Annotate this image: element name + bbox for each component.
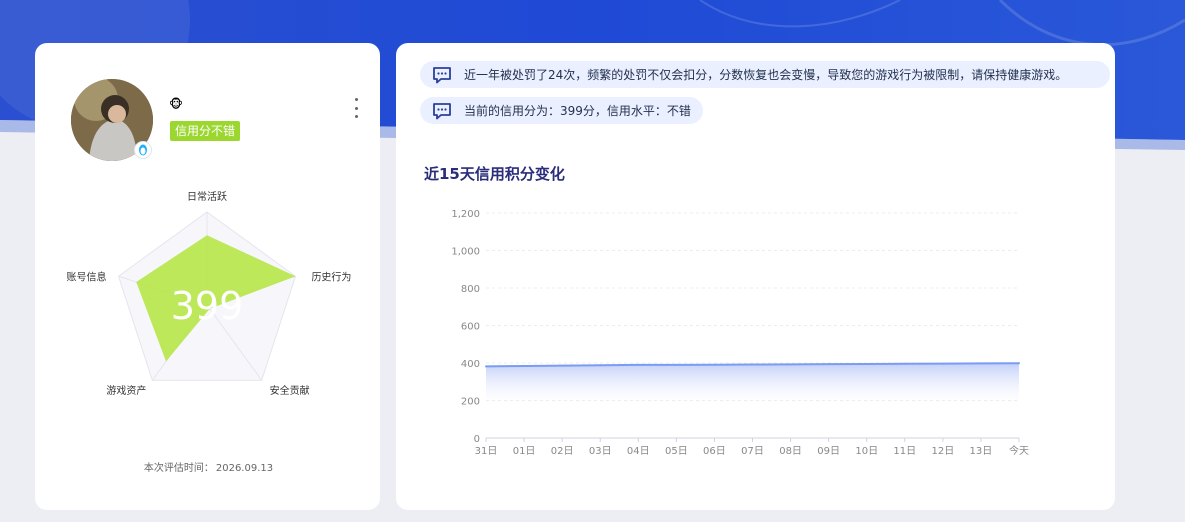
y-tick-label: 400 xyxy=(461,359,480,370)
credit-details-card: 近一年被处罚了24次，频繁的处罚不仅会扣分，分数恢复也会变慢，导致您的游戏行为被… xyxy=(396,43,1115,510)
x-tick-label: 08日 xyxy=(779,446,802,457)
y-tick-label: 600 xyxy=(461,322,480,333)
area-fill xyxy=(486,363,1019,408)
y-tick-label: 1,200 xyxy=(451,209,480,220)
radar-axis-label: 日常活跃 xyxy=(187,190,227,203)
x-tick-label: 11日 xyxy=(893,446,916,457)
data-point xyxy=(637,363,640,366)
evaluation-time: 本次评估时间： 2026.09.13 xyxy=(35,459,380,474)
data-point xyxy=(751,363,754,366)
data-point xyxy=(979,362,982,365)
radar-axis-label: 安全贡献 xyxy=(270,384,310,397)
x-tick-label: 01日 xyxy=(513,446,536,457)
y-tick-label: 0 xyxy=(474,434,480,445)
x-tick-label: 31日 xyxy=(475,446,498,457)
data-point xyxy=(485,365,487,368)
data-point xyxy=(561,364,564,367)
radar-axis-label: 游戏资产 xyxy=(106,384,146,397)
evaluation-date: 2026.09.13 xyxy=(215,463,274,474)
data-point xyxy=(675,363,678,366)
x-tick-label: 06日 xyxy=(703,446,726,457)
y-tick-label: 200 xyxy=(461,397,480,408)
data-point xyxy=(941,362,944,365)
data-point xyxy=(827,363,830,366)
credit-trend-chart: 0 200 400 600 800 1,000 1,200 31日 01日 02日 03日 04日 05… xyxy=(451,209,1029,457)
data-point xyxy=(1018,362,1020,365)
data-point xyxy=(903,362,906,365)
x-tick-label: 05日 xyxy=(665,446,688,457)
radar-axis-label: 历史行为 xyxy=(311,270,351,283)
credit-radar-chart: 日常活跃历史行为安全贡献 游戏资产 账号信息 399 xyxy=(67,190,352,397)
data-point xyxy=(713,363,716,366)
x-tick-label: 04日 xyxy=(627,446,650,457)
x-tick-label: 10日 xyxy=(855,446,878,457)
data-point xyxy=(599,364,602,367)
y-tick-label: 800 xyxy=(461,284,480,295)
x-tick-label: 03日 xyxy=(589,446,612,457)
profile-card: 🐵 信用分不错 日常活跃 历史行为 安全贡献 游戏资产 账号信息 399 本次评估时间： 2… xyxy=(35,43,380,510)
x-tick-label: 09日 xyxy=(817,446,840,457)
data-point xyxy=(789,363,792,366)
credit-score-value: 399 xyxy=(171,284,244,328)
x-tick-label: 02日 xyxy=(551,446,574,457)
x-tick-label: 12日 xyxy=(931,446,954,457)
data-point xyxy=(865,362,868,365)
evaluation-time-label: 本次评估时间： xyxy=(143,463,214,474)
data-point xyxy=(523,365,526,367)
x-tick-label: 07日 xyxy=(741,446,764,457)
x-tick-label: 今天 xyxy=(1009,444,1029,457)
radar-axis-label: 账号信息 xyxy=(67,270,107,283)
x-tick-label: 13日 xyxy=(970,446,993,457)
y-tick-label: 1,000 xyxy=(451,247,480,258)
